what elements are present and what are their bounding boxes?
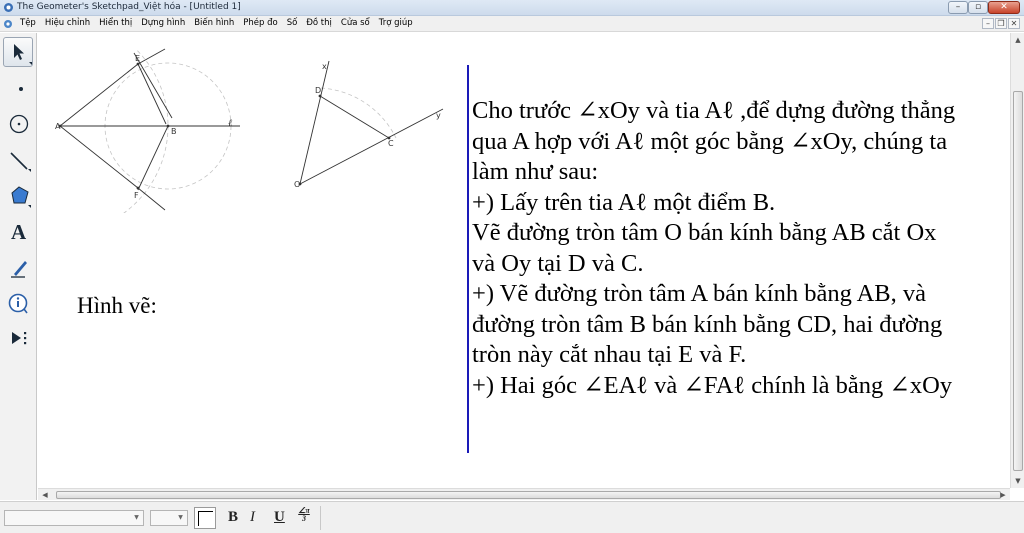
menu-window[interactable]: Cửa sổ xyxy=(341,18,370,28)
underline-button[interactable]: U xyxy=(274,509,285,526)
menu-measure[interactable]: Phép đo xyxy=(243,18,277,28)
line-e-ext xyxy=(137,48,166,65)
symbol-bottom: 3 xyxy=(302,514,306,523)
text-line: +) Vẽ đường tròn tâm A bán kính bằng AB,… xyxy=(472,280,927,307)
text-format-bar: ▼ ▼ B I U ∠π 3 xyxy=(0,501,1024,533)
segment-e-b xyxy=(137,63,167,125)
menu-file[interactable]: Tệp xyxy=(20,18,36,28)
point-f xyxy=(136,186,140,190)
figure-caption: Hình vẽ: xyxy=(77,293,157,318)
compass-tool[interactable] xyxy=(3,109,33,139)
text-color-button[interactable] xyxy=(194,507,216,529)
label-a: A xyxy=(55,122,61,131)
text-line: làm như sau: xyxy=(472,158,599,185)
bold-button[interactable]: B xyxy=(228,509,238,526)
doc-restore-button[interactable]: ❐ xyxy=(995,18,1007,29)
menu-number[interactable]: Số xyxy=(287,18,298,28)
text-line: +) Lấy trên tia Aℓ một điểm B. xyxy=(472,188,776,216)
point-tool[interactable] xyxy=(3,73,33,103)
scroll-up-arrow-icon[interactable]: ▲ xyxy=(1011,33,1024,47)
point-icon xyxy=(19,87,23,91)
horizontal-scroll-thumb[interactable] xyxy=(56,491,1001,499)
play-icon xyxy=(12,332,27,345)
scroll-down-arrow-icon[interactable]: ▼ xyxy=(1011,474,1024,488)
menu-bar: Tệp Hiệu chỉnh Hiển thị Dựng hình Biến h… xyxy=(0,16,1024,32)
label-f: F xyxy=(134,191,139,200)
menu-help[interactable]: Trợ giúp xyxy=(379,18,413,28)
point-d xyxy=(318,94,322,98)
text-line: và Oy tại D và C. xyxy=(472,249,644,277)
sketchpad-window: The Geometer's Sketchpad_Việt hóa - [Unt… xyxy=(0,0,1024,533)
menu-construct[interactable]: Dựng hình xyxy=(141,18,185,28)
segment-a-f xyxy=(59,125,139,189)
horizontal-scrollbar[interactable]: ◀ ▶ xyxy=(38,488,1010,500)
text-tool-icon: A xyxy=(11,220,27,244)
custom-tool[interactable] xyxy=(3,325,33,355)
font-size-select[interactable]: ▼ xyxy=(150,510,188,526)
selection-arrow-tool[interactable] xyxy=(3,37,33,67)
separator xyxy=(320,506,321,530)
ray-ox xyxy=(299,60,330,185)
sketch-canvas[interactable]: E A B F ℓ x D y C O Hình vẽ: Cho trước ∠… xyxy=(38,33,1010,488)
app-icon xyxy=(4,3,13,12)
segment-icon xyxy=(10,152,31,172)
figure-angle-construction: E A B F ℓ xyxy=(38,33,318,273)
figure-given-angle: x D y C O xyxy=(294,60,444,189)
maximize-button[interactable]: ▫ xyxy=(968,1,988,14)
marker-tool[interactable] xyxy=(3,253,33,283)
title-bar: The Geometer's Sketchpad_Việt hóa - [Unt… xyxy=(0,0,1024,16)
text-line: +) Hai góc ∠EAℓ và ∠FAℓ chính là bằng ∠x… xyxy=(472,371,953,399)
close-button[interactable]: ✕ xyxy=(988,1,1020,14)
arrow-icon xyxy=(14,44,32,65)
label-o: O xyxy=(294,180,300,189)
minimize-button[interactable]: – xyxy=(948,1,968,14)
point-e xyxy=(136,62,140,66)
italic-button[interactable]: I xyxy=(250,509,255,526)
text-line: Cho trước ∠xOy và tia Aℓ ,để dựng đường … xyxy=(472,97,956,124)
chevron-down-icon: ▼ xyxy=(134,514,139,521)
menu-transform[interactable]: Biến hình xyxy=(194,18,234,28)
label-c: C xyxy=(388,139,394,148)
window-title: The Geometer's Sketchpad_Việt hóa - [Unt… xyxy=(17,2,241,12)
marker-icon xyxy=(11,261,27,278)
label-e: E xyxy=(135,54,140,63)
label-x: x xyxy=(322,62,327,71)
scroll-left-arrow-icon[interactable]: ◀ xyxy=(38,489,52,501)
vertical-scroll-thumb[interactable] xyxy=(1013,91,1023,471)
text-line: tròn này cắt nhau tại E và F. xyxy=(472,341,747,368)
label-y: y xyxy=(436,111,441,120)
doc-minimize-button[interactable]: – xyxy=(982,18,994,29)
line-f-ext xyxy=(137,187,166,211)
menu-display[interactable]: Hiển thị xyxy=(99,18,132,28)
text-line: đường tròn tâm B bán kính bằng CD, hai đ… xyxy=(472,310,943,338)
text-line: qua A hợp với Aℓ một góc bằng ∠xOy, chún… xyxy=(472,127,948,155)
info-icon xyxy=(8,293,28,314)
toolbox: A xyxy=(0,33,37,500)
ray-oy xyxy=(299,108,444,185)
information-tool[interactable] xyxy=(3,289,33,319)
scroll-right-arrow-icon[interactable]: ▶ xyxy=(996,489,1010,501)
polygon-icon xyxy=(11,186,31,208)
document-icon[interactable] xyxy=(3,19,13,29)
text-tool[interactable]: A xyxy=(3,217,33,247)
segment-a-e xyxy=(59,63,139,127)
math-symbol-button[interactable]: ∠π 3 xyxy=(294,507,314,529)
straightedge-tool[interactable] xyxy=(3,145,33,175)
text-line: Vẽ đường tròn tâm O bán kính bằng AB cắt… xyxy=(472,219,937,246)
doc-close-button[interactable]: ✕ xyxy=(1008,18,1020,29)
polygon-tool[interactable] xyxy=(3,181,33,211)
point-b xyxy=(166,124,170,128)
arc-o xyxy=(320,87,397,139)
label-d: D xyxy=(315,86,321,95)
chevron-down-icon: ▼ xyxy=(178,514,183,521)
label-b: B xyxy=(171,127,177,136)
instruction-text-box[interactable]: Cho trước ∠xOy và tia Aℓ ,để dựng đường … xyxy=(472,96,1008,401)
font-family-select[interactable]: ▼ xyxy=(4,510,144,526)
circle-icon xyxy=(9,114,29,134)
vertical-scrollbar[interactable]: ▲ ▼ xyxy=(1010,33,1024,488)
segment-d-c xyxy=(319,95,390,139)
menu-edit[interactable]: Hiệu chỉnh xyxy=(45,18,90,28)
label-l: ℓ xyxy=(228,118,232,129)
menu-graph[interactable]: Đồ thị xyxy=(306,18,332,28)
